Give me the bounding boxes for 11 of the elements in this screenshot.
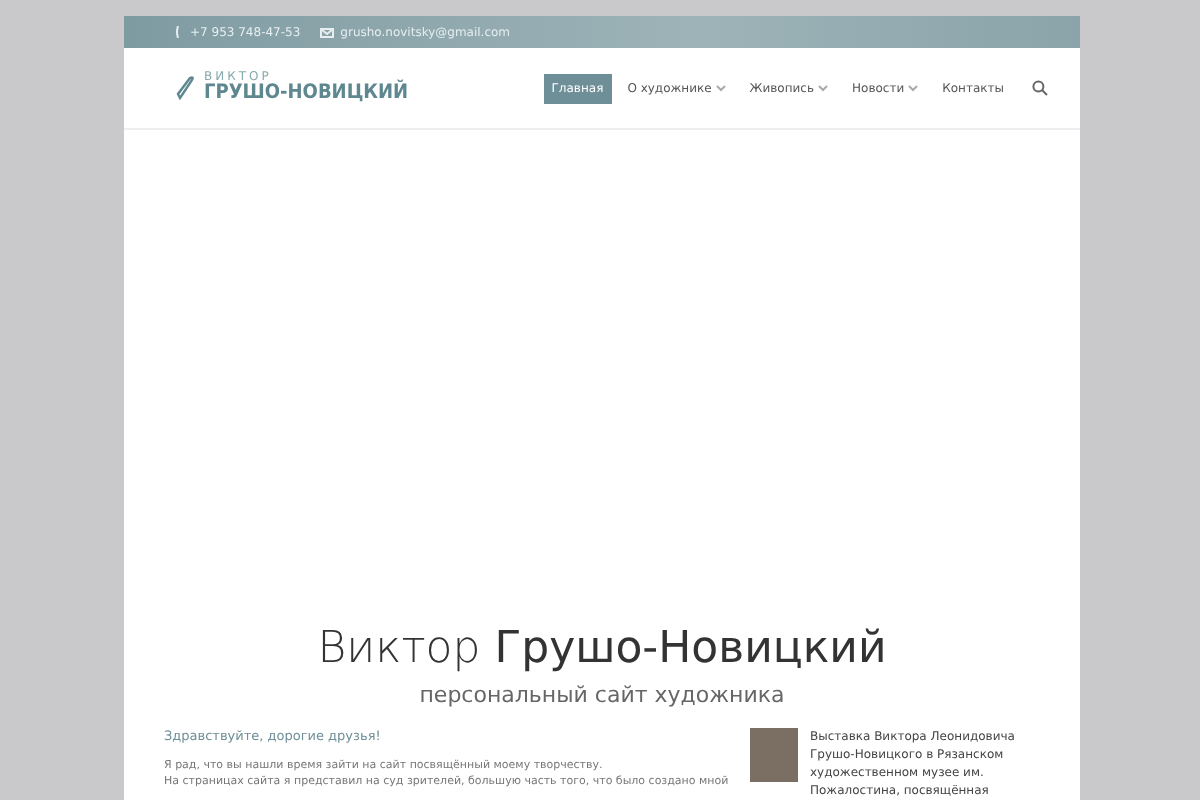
page-subtitle: персональный сайт художника <box>417 682 787 708</box>
envelope-icon <box>320 27 335 37</box>
search-icon[interactable] <box>1032 80 1048 96</box>
pencil-logo-icon <box>176 76 196 100</box>
phone-icon <box>176 26 184 38</box>
photo-placeholder <box>750 728 798 782</box>
caret-icon <box>818 83 829 91</box>
page-title: Виктор Грушо-Новицкий <box>315 624 889 674</box>
caret-icon <box>715 83 726 91</box>
logo-text: ГРУШО-НОВИЦКИЙ <box>204 84 409 104</box>
caret-icon <box>908 83 919 91</box>
